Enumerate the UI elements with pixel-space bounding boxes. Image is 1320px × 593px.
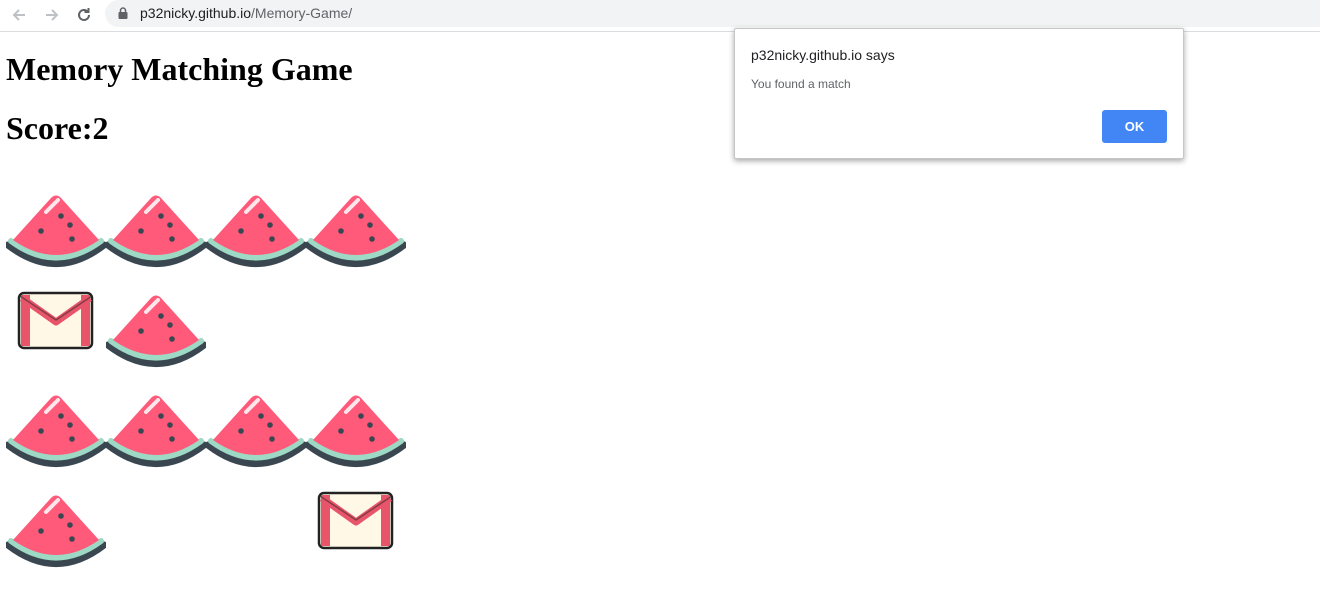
watermelon-icon (6, 195, 106, 267)
game-card-watermelon[interactable] (106, 390, 206, 490)
game-card-watermelon[interactable] (206, 190, 306, 290)
game-card-mail[interactable] (6, 290, 106, 390)
dialog-title: p32nicky.github.io says (751, 47, 895, 63)
reload-icon (78, 8, 90, 21)
game-card-watermelon[interactable] (206, 390, 306, 490)
game-card-empty (106, 490, 206, 590)
game-card-watermelon[interactable] (106, 290, 206, 390)
lock-icon (118, 7, 128, 19)
watermelon-icon (106, 395, 206, 467)
dialog-message: You found a match (751, 77, 851, 91)
arrow-left-icon (12, 9, 25, 21)
game-card-watermelon[interactable] (106, 190, 206, 290)
forward-button[interactable] (40, 3, 64, 27)
url-path: /Memory-Game/ (251, 5, 353, 21)
game-card-watermelon[interactable] (6, 490, 106, 590)
watermelon-icon (6, 395, 106, 467)
game-card-watermelon[interactable] (6, 190, 106, 290)
address-bar[interactable]: p32nicky.github.io/Memory-Game/ (105, 0, 1320, 27)
game-card-empty (206, 490, 306, 590)
watermelon-icon (206, 195, 306, 267)
watermelon-icon (106, 295, 206, 367)
watermelon-icon (306, 195, 406, 267)
ok-button[interactable]: OK (1102, 110, 1167, 143)
url-host: p32nicky.github.io (140, 5, 252, 21)
mail-icon (17, 291, 94, 350)
alert-dialog: p32nicky.github.io says You found a matc… (734, 28, 1184, 159)
game-card-mail[interactable] (306, 490, 406, 590)
game-card-watermelon[interactable] (306, 190, 406, 290)
game-card-watermelon[interactable] (6, 390, 106, 490)
game-card-empty (306, 290, 406, 390)
game-card-watermelon[interactable] (306, 390, 406, 490)
url-text: p32nicky.github.io/Memory-Game/ (140, 5, 352, 21)
score-label: Score:2 (6, 110, 109, 146)
arrow-right-icon (46, 9, 59, 21)
game-card-empty (206, 290, 306, 390)
watermelon-icon (306, 395, 406, 467)
watermelon-icon (206, 395, 306, 467)
back-button[interactable] (7, 3, 31, 27)
mail-icon (317, 491, 394, 550)
page-title: Memory Matching Game (6, 51, 353, 87)
watermelon-icon (106, 195, 206, 267)
reload-button[interactable] (72, 3, 96, 27)
watermelon-icon (6, 495, 106, 567)
